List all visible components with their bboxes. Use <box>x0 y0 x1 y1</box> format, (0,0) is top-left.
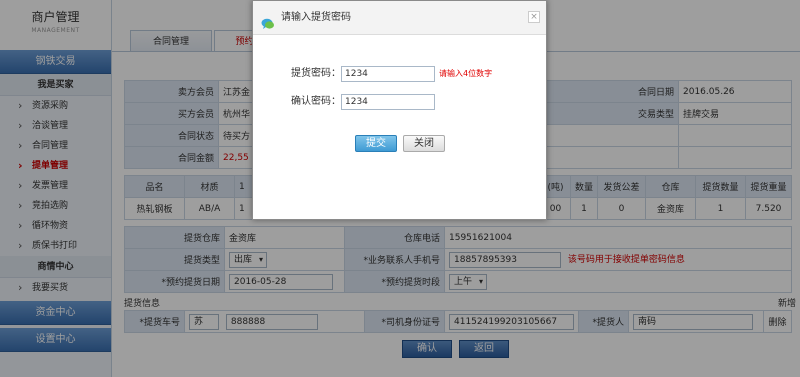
confirm-password-input[interactable]: 1234 <box>341 94 435 110</box>
pickup-password-dialog: 请输入提货密码 × 提货密码： 1234 请输入4位数字 确认密码： 1234 … <box>252 0 547 220</box>
chat-bubble-icon <box>261 11 275 29</box>
confirm-password-row: 确认密码： 1234 <box>253 94 548 110</box>
submit-button[interactable]: 提交 <box>355 135 397 152</box>
dialog-header: 请输入提货密码 × <box>253 1 546 35</box>
password-input[interactable]: 1234 <box>341 66 435 82</box>
close-icon[interactable]: × <box>528 11 540 23</box>
close-button[interactable]: 关闭 <box>403 135 445 152</box>
password-row: 提货密码： 1234 请输入4位数字 <box>253 66 548 82</box>
confirm-password-label: 确认密码： <box>291 96 341 107</box>
dialog-title: 请输入提货密码 <box>281 12 351 23</box>
password-hint: 请输入4位数字 <box>439 69 493 78</box>
password-label: 提货密码： <box>291 68 341 79</box>
